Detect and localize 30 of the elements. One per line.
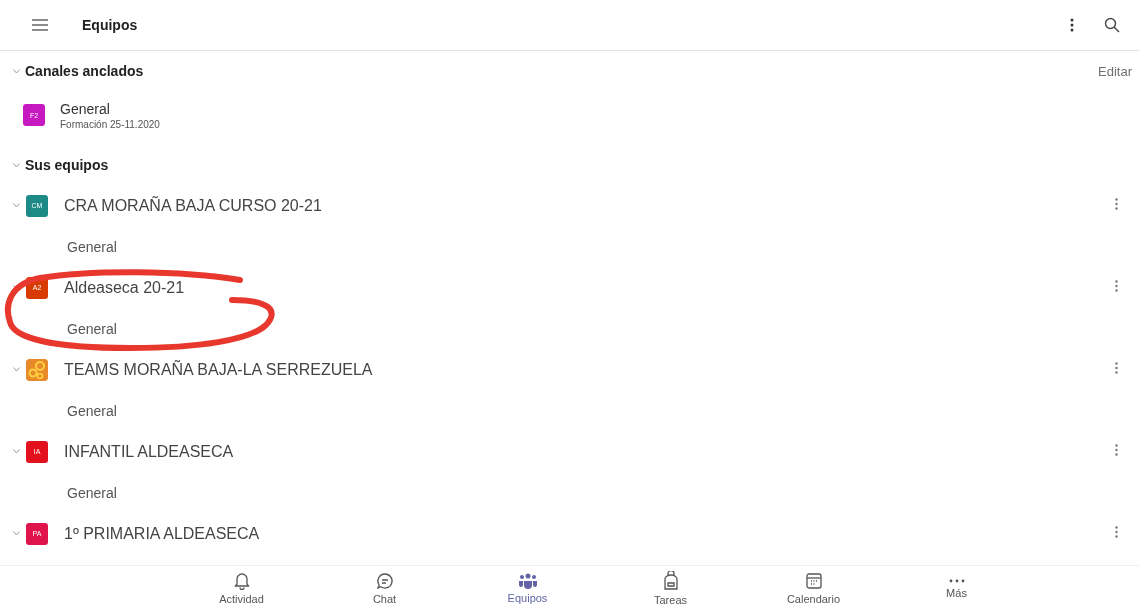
section-title: Canales anclados [25,63,145,79]
chat-icon [375,571,394,590]
nav-tab[interactable]: Chat [313,566,456,609]
channel-name[interactable]: General [67,238,117,255]
team-name[interactable]: INFANTIL ALDEASECA [64,442,1109,461]
edit-link[interactable]: Editar [1098,63,1132,79]
page-title: Equipos [82,17,139,33]
nav-tab[interactable]: Equipos [456,566,599,609]
team-name[interactable]: 1º PRIMARIA ALDEASECA [64,524,1109,543]
channel-name[interactable]: General [67,320,117,337]
more-vertical-icon[interactable] [1070,18,1074,32]
calendar-icon [804,571,823,590]
nav-tab[interactable]: Actividad [170,566,313,609]
nav-tab[interactable]: Tareas [599,566,742,609]
people-icon [517,572,538,589]
more-icon [948,577,965,584]
team-name[interactable]: Aldeaseca 20-21 [64,278,1109,297]
nav-tab[interactable]: Calendario [742,566,885,609]
team-name: Formación 25-11.2020 [60,118,160,130]
channel-name[interactable]: General [67,402,117,419]
menu-icon[interactable] [32,19,48,31]
channel-name[interactable]: General [67,484,117,501]
search-icon[interactable] [1104,17,1120,33]
channel-name[interactable]: General [60,100,160,117]
nav-tab[interactable]: Más [885,566,1028,609]
backpack-icon [662,570,679,591]
section-title: Sus equipos [25,157,110,173]
bell-icon [233,571,250,590]
team-name[interactable]: CRA MORAÑA BAJA CURSO 20-21 [64,196,1109,215]
team-name[interactable]: TEAMS MORAÑA BAJA-LA SERREZUELA [64,360,1109,379]
